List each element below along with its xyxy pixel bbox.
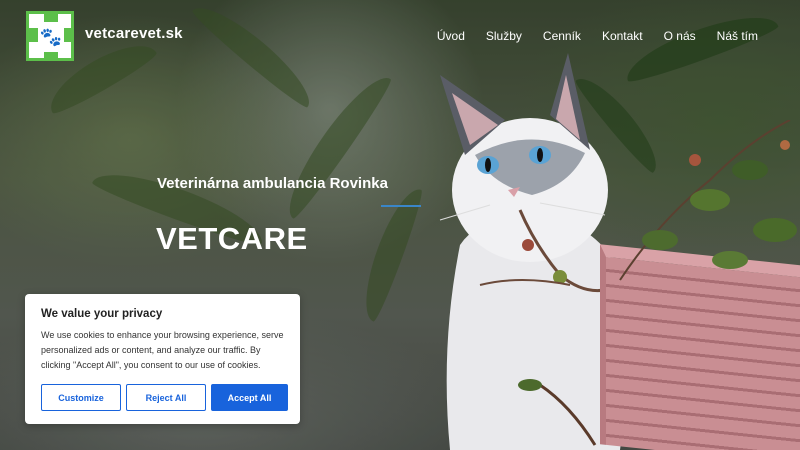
site-logo[interactable]: 🐾 — [26, 11, 74, 61]
nav-item-uvod[interactable]: Úvod — [437, 29, 465, 43]
nav-item-cennik[interactable]: Cenník — [543, 29, 581, 43]
accept-all-button[interactable]: Accept All — [211, 384, 288, 411]
nav-item-sluzby[interactable]: Služby — [486, 29, 522, 43]
hero-subtitle: Veterinárna ambulancia Rovinka — [157, 175, 388, 192]
hero-divider — [381, 205, 421, 207]
nav-item-o-nas[interactable]: O nás — [664, 29, 696, 43]
cookie-banner: We value your privacy We use cookies to … — [25, 294, 300, 424]
cookie-text: We use cookies to enhance your browsing … — [41, 330, 284, 370]
pet-icon: 🐾 — [38, 22, 64, 52]
planter-plants — [619, 120, 797, 281]
cookie-title: We value your privacy — [41, 308, 163, 320]
nav-item-nas-tim[interactable]: Náš tím — [717, 29, 758, 43]
customize-button[interactable]: Customize — [41, 384, 121, 411]
cookie-buttons: Customize Reject All Accept All — [41, 384, 288, 411]
hero-title: VETCARE — [156, 221, 308, 256]
main-nav: Úvod Služby Cenník Kontakt O nás Náš tím — [416, 29, 758, 43]
reject-all-button[interactable]: Reject All — [126, 384, 206, 411]
nav-item-kontakt[interactable]: Kontakt — [602, 29, 643, 43]
site-brand[interactable]: vetcarevet.sk — [85, 25, 183, 42]
